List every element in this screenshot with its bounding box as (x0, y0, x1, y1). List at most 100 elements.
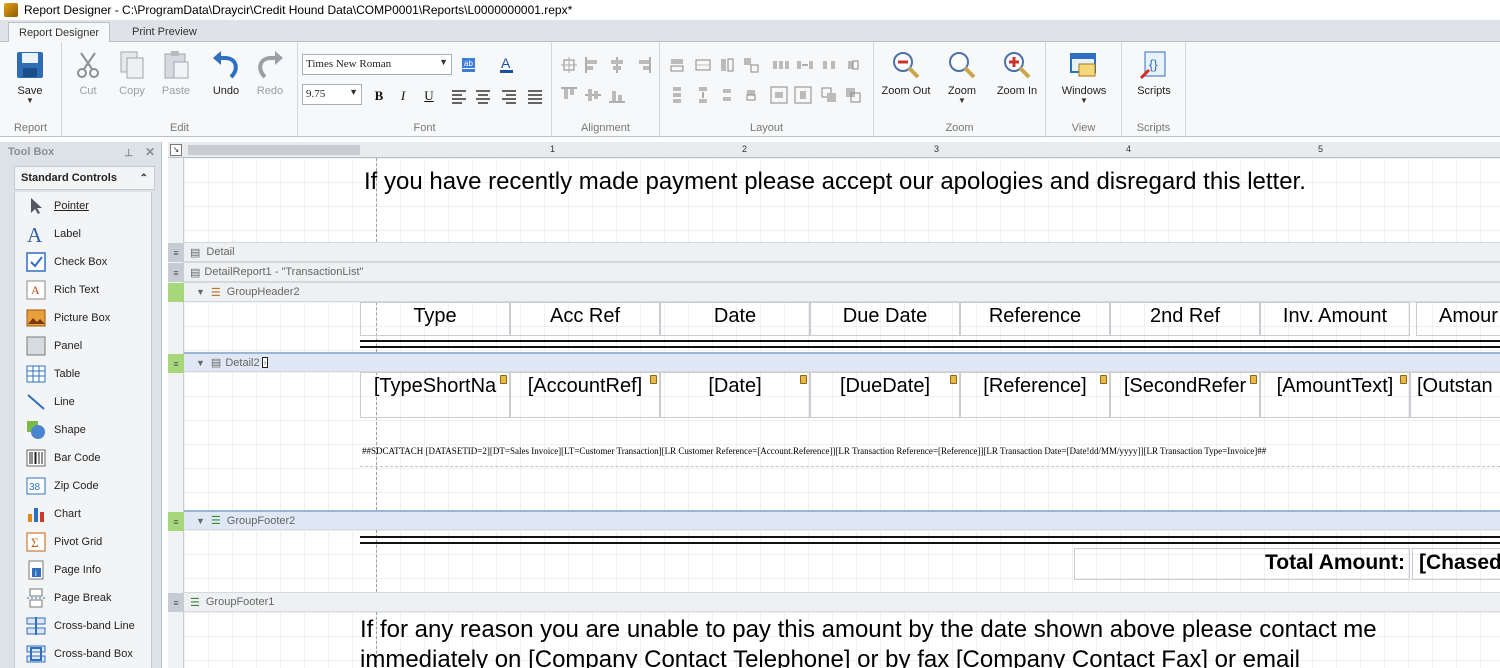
header-reference[interactable]: Reference (960, 302, 1110, 336)
make-same-width-icon[interactable] (668, 56, 686, 74)
size-to-grid-icon[interactable] (694, 56, 712, 74)
font-color-icon[interactable]: A (498, 55, 516, 74)
bold-button[interactable]: B (370, 88, 388, 104)
undo-button[interactable]: Undo (202, 46, 250, 114)
tool-cross-band-box[interactable]: Cross-band Box (15, 640, 151, 668)
tool-check-box[interactable]: Check Box (15, 248, 151, 276)
contact-text-line2[interactable]: immediately on [Company Contact Telephon… (360, 646, 1300, 668)
vertical-spacing-remove-icon[interactable] (742, 86, 760, 104)
tool-chart[interactable]: Chart (15, 500, 151, 528)
header-date[interactable]: Date (660, 302, 810, 336)
field-second-reference[interactable]: [SecondRefer (1110, 372, 1260, 418)
detail2-region[interactable]: [TypeShortNa [AccountRef] [Date] [DueDat… (184, 372, 1500, 510)
band-handle-icon[interactable]: ≡ (168, 243, 184, 262)
tool-page-break[interactable]: Page Break (15, 584, 151, 612)
header-2nd-ref[interactable]: 2nd Ref (1110, 302, 1260, 336)
header-inv-amount[interactable]: Inv. Amount (1260, 302, 1410, 336)
bring-to-front-icon[interactable] (820, 86, 838, 104)
font-family-select[interactable]: Times New Roman ▼ (302, 54, 452, 75)
total-amount-value[interactable]: [Chased (1412, 548, 1500, 580)
band-handle-icon[interactable]: ≡ (168, 263, 184, 282)
align-middles-icon[interactable] (584, 86, 602, 104)
align-center-icon[interactable] (474, 88, 492, 106)
tool-pointer[interactable]: Pointer (15, 192, 151, 220)
group-footer2-region[interactable]: Total Amount: [Chased (184, 530, 1500, 592)
band-detail-report[interactable]: ≡ ▤ DetailReport1 - "TransactionList" (168, 262, 1500, 282)
close-icon[interactable]: ✕ (145, 145, 155, 159)
band-detail2[interactable]: ≡ ▼ ▤ Detail2 › (168, 352, 1500, 373)
zoom-in-button[interactable]: Zoom In (992, 46, 1042, 114)
collapse-icon[interactable]: ▼ (196, 287, 205, 297)
field-outstanding[interactable]: [Outstan (1410, 372, 1500, 418)
total-amount-label[interactable]: Total Amount: (1074, 548, 1410, 580)
field-amount-text[interactable]: [AmountText] (1260, 372, 1410, 418)
align-tops-icon[interactable] (560, 86, 578, 104)
underline-button[interactable]: U (420, 88, 438, 104)
tool-cross-band-line[interactable]: Cross-band Line (15, 612, 151, 640)
center-horizontally-icon[interactable] (770, 86, 788, 104)
tool-page-info[interactable]: i Page Info (15, 556, 151, 584)
align-to-grid-icon[interactable] (560, 56, 578, 74)
band-handle-icon[interactable]: ≡ (168, 593, 184, 612)
vertical-spacing-equal-icon[interactable] (668, 86, 686, 104)
zoom-button[interactable]: Zoom ▼ (938, 46, 986, 114)
header-amount[interactable]: Amour (1416, 302, 1500, 336)
center-vertically-icon[interactable] (794, 86, 812, 104)
justify-icon[interactable] (526, 88, 544, 106)
highlight-color-icon[interactable]: ab (460, 56, 478, 74)
send-to-back-icon[interactable] (844, 86, 862, 104)
paste-button[interactable]: Paste (152, 46, 200, 114)
align-rights-icon[interactable] (634, 56, 652, 74)
header-due-date[interactable]: Due Date (810, 302, 960, 336)
field-account-ref[interactable]: [AccountRef] (510, 372, 660, 418)
cut-button[interactable]: Cut (64, 46, 112, 114)
windows-button[interactable]: Windows ▼ (1058, 46, 1110, 114)
report-header-region[interactable]: If you have recently made payment please… (184, 158, 1500, 242)
collapse-icon[interactable]: ⌃ (140, 173, 148, 184)
apology-label[interactable]: If you have recently made payment please… (364, 168, 1306, 196)
group-footer1-region[interactable]: If for any reason you are unable to pay … (184, 612, 1500, 668)
copy-button[interactable]: Copy (108, 46, 156, 114)
smart-tag-icon[interactable]: › (261, 357, 269, 368)
zoom-out-button[interactable]: Zoom Out (880, 46, 932, 114)
tool-zip-code[interactable]: 38 Zip Code (15, 472, 151, 500)
horizontal-spacing-decrease-icon[interactable] (820, 56, 838, 74)
field-type-short-name[interactable]: [TypeShortNa (360, 372, 510, 418)
vertical-spacing-increase-icon[interactable] (694, 86, 712, 104)
field-date[interactable]: [Date] (660, 372, 810, 418)
band-handle-icon[interactable]: ≡ (168, 512, 184, 531)
tool-pivot-grid[interactable]: Σ Pivot Grid (15, 528, 151, 556)
report-design-surface[interactable]: ↘ 1 2 3 4 5 If you have recently made pa… (168, 142, 1500, 668)
band-handle-icon[interactable]: ≡ (168, 354, 184, 373)
horizontal-spacing-increase-icon[interactable] (796, 56, 814, 74)
band-group-header2[interactable]: ▼ ☰ GroupHeader2 (168, 282, 1500, 302)
align-left-icon[interactable] (450, 88, 468, 106)
save-button[interactable]: Save ▼ (6, 46, 54, 114)
font-size-select[interactable]: 9.75 ▼ (302, 84, 362, 105)
group-header2-region[interactable]: Type Acc Ref Date Due Date Reference 2nd… (184, 302, 1500, 352)
horizontal-spacing-equal-icon[interactable] (772, 56, 790, 74)
make-same-size-icon[interactable] (742, 56, 760, 74)
tool-bar-code[interactable]: Bar Code (15, 444, 151, 472)
collapse-icon[interactable]: ▼ (196, 358, 205, 368)
tab-report-designer[interactable]: Report Designer (8, 22, 111, 42)
pin-icon[interactable]: ⊥ (124, 148, 133, 159)
tool-picture-box[interactable]: Picture Box (15, 304, 151, 332)
collapse-icon[interactable]: ▼ (196, 516, 205, 526)
band-group-footer2[interactable]: ≡ ▼ ☰ GroupFooter2 (168, 510, 1500, 531)
field-due-date[interactable]: [DueDate] (810, 372, 960, 418)
tool-line[interactable]: Line (15, 388, 151, 416)
tool-table[interactable]: Table (15, 360, 151, 388)
attach-label[interactable]: ##SDCATTACH [DATASETID=2][DT=Sales Invoi… (362, 446, 1500, 460)
align-right-icon[interactable] (500, 88, 518, 106)
italic-button[interactable]: I (394, 88, 412, 104)
band-detail[interactable]: ≡ ▤ Detail (168, 242, 1500, 262)
horizontal-spacing-remove-icon[interactable] (844, 56, 862, 74)
align-centers-icon[interactable] (608, 56, 626, 74)
tool-label[interactable]: A Label (15, 220, 151, 248)
ruler-corner-icon[interactable]: ↘ (170, 144, 182, 156)
contact-text-line1[interactable]: If for any reason you are unable to pay … (360, 616, 1377, 644)
tool-panel[interactable]: Panel (15, 332, 151, 360)
tab-print-preview[interactable]: Print Preview (122, 22, 207, 42)
band-group-footer1[interactable]: ≡ ☰ GroupFooter1 (168, 592, 1500, 612)
